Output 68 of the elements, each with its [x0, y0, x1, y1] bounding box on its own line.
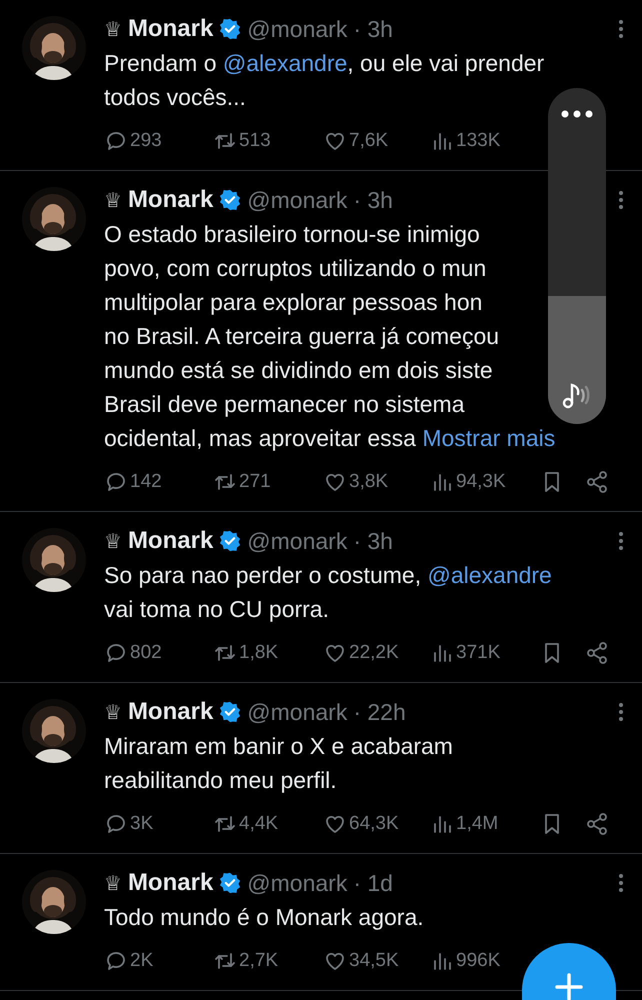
handle[interactable]: @monark [247, 12, 348, 46]
post-text: Brasil deve permanecer no sistema [104, 390, 464, 419]
timestamp[interactable]: · 22h [353, 694, 406, 730]
crown-emoji: ♕ [104, 187, 122, 214]
post-text: ocidental, mas aproveitar essa [104, 424, 417, 453]
post-text: povo, com corruptos utilizando o mun [104, 254, 486, 283]
count-label: 3,8K [349, 470, 388, 494]
speech-bubble-icon[interactable] [104, 129, 128, 153]
post-text: , ou ele vai prender [347, 49, 544, 78]
post-text: Miraram em banir o X e acabaram [104, 732, 453, 761]
share-icon[interactable] [585, 470, 609, 494]
post-text: Todo mundo é o Monark agora. [104, 903, 424, 932]
speech-bubble-icon[interactable] [104, 812, 128, 836]
count-label: 293 [130, 128, 162, 153]
count-label: 133K [456, 128, 500, 153]
post-text: mundo está se dividindo em dois siste [104, 356, 493, 385]
handle[interactable]: @monark [247, 524, 348, 558]
author-name[interactable]: Monark [128, 11, 214, 47]
count-label: 3K [130, 812, 154, 836]
link[interactable]: @alexandre [222, 46, 348, 80]
more-options-icon[interactable] [561, 110, 593, 118]
timestamp[interactable]: · 3h [353, 524, 393, 558]
timestamp[interactable]: · 1d [353, 866, 393, 900]
crown-emoji: ♕ [104, 870, 122, 897]
post-text: multipolar para explorar pessoas hon [104, 288, 482, 317]
count-label: 2,7K [239, 948, 278, 973]
post-text: vai toma no CU porra. [104, 595, 329, 624]
crown-emoji: ♕ [104, 528, 122, 555]
timestamp[interactable]: · 3h [353, 182, 393, 218]
count-label: 1,8K [239, 640, 278, 665]
crown-emoji: ♕ [104, 16, 122, 43]
count-label: 7,6K [349, 128, 388, 153]
author-name[interactable]: Monark [128, 694, 214, 730]
count-label: 271 [239, 470, 271, 494]
post-text: So para nao perder o costume, [104, 561, 422, 590]
count-label: 22,2K [349, 640, 399, 665]
count-label: 64,3K [349, 812, 399, 836]
link[interactable]: Mostrar mais [422, 421, 556, 455]
count-label: 34,5K [349, 948, 399, 973]
share-icon[interactable] [585, 641, 609, 665]
speech-bubble-icon[interactable] [104, 641, 128, 665]
plus-icon [555, 973, 583, 1000]
count-label: 996K [456, 948, 500, 973]
count-label: 802 [130, 640, 162, 665]
count-label: 371K [456, 640, 500, 665]
handle[interactable]: @monark [247, 182, 348, 218]
post-text: no Brasil. A terceira guerra já começou [104, 322, 500, 351]
speech-bubble-icon[interactable] [104, 949, 128, 973]
post-text: Prendam o [104, 49, 218, 78]
count-label: 94,3K [456, 470, 506, 494]
post-text: O estado brasileiro tornou-se inimigo [104, 220, 480, 249]
handle[interactable]: @monark [247, 866, 348, 900]
count-label: 2K [130, 948, 154, 973]
author-name[interactable]: Monark [128, 182, 214, 218]
post-text: todos vocês... [104, 83, 246, 112]
link[interactable]: @alexandre [427, 558, 552, 592]
count-label: 142 [130, 470, 162, 494]
handle[interactable]: @monark [247, 694, 348, 730]
post-text: reabilitando meu perfil. [104, 766, 337, 795]
speech-bubble-icon[interactable] [104, 470, 128, 494]
author-name[interactable]: Monark [128, 523, 214, 559]
timestamp[interactable]: · 3h [353, 12, 393, 46]
count-label: 1,4M [456, 812, 498, 836]
author-name[interactable]: Monark [128, 865, 214, 901]
count-label: 4,4K [239, 812, 278, 836]
share-icon[interactable] [585, 812, 609, 836]
crown-emoji: ♕ [104, 699, 122, 726]
count-label: 513 [239, 128, 271, 153]
